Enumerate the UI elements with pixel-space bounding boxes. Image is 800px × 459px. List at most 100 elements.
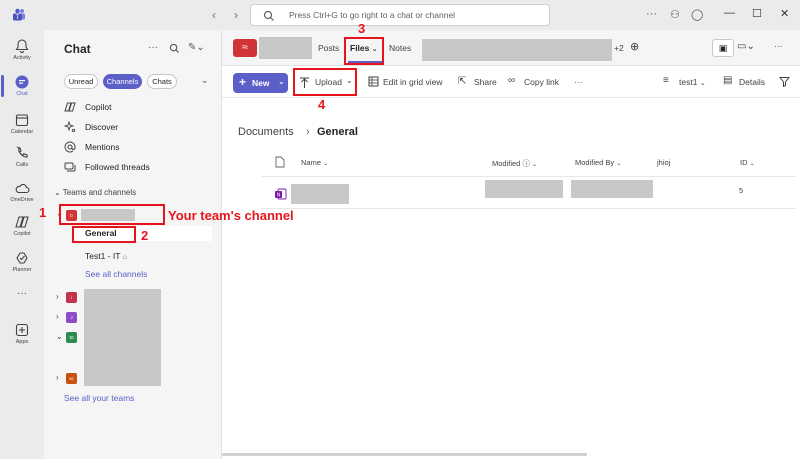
planner-icon	[16, 252, 28, 264]
chevron-down-icon: ⌄	[54, 188, 63, 197]
team-badge: Rt	[233, 39, 257, 57]
col-header-name[interactable]: Name ⌄	[301, 158, 328, 167]
nav-followed-threads[interactable]: Followed threads	[64, 160, 214, 176]
chevron-down-icon[interactable]: ⌄	[56, 332, 63, 341]
col-header-custom[interactable]: jhioj	[657, 158, 670, 167]
details-icon: ▤	[723, 75, 733, 86]
nav-mentions[interactable]: Mentions	[64, 140, 214, 156]
threads-icon	[64, 162, 76, 172]
col-header-id[interactable]: ID ⌄	[740, 158, 755, 167]
chevron-down-icon: ⌄	[278, 77, 285, 86]
channel-test1[interactable]: Test1 - IT ⌂	[85, 251, 127, 261]
apps-icon	[15, 323, 29, 337]
view-options-icon: ≡	[663, 75, 669, 86]
table-row[interactable]: N 5	[262, 177, 796, 207]
new-button[interactable]: + New ⌄	[233, 73, 288, 93]
filter-unread[interactable]: Unread	[64, 74, 98, 89]
link-icon: ∞	[508, 75, 516, 86]
chevron-down-icon[interactable]: ⌄	[201, 75, 209, 86]
horizontal-scrollbar[interactable]	[222, 453, 587, 456]
teams-redacted	[84, 289, 161, 386]
modified-by-redacted	[571, 180, 653, 198]
annotation-number-1: 1	[39, 205, 47, 220]
chevron-down-icon: ⌄	[749, 161, 755, 167]
search-input[interactable]: Press Ctrl+G to go right to a chat or ch…	[250, 4, 550, 26]
annotation-label-1: Your team's channel	[168, 208, 294, 223]
share-icon: ⇱	[458, 76, 467, 87]
chat-panel: Chat ··· ✎⌄ Unread Channels Chats ⌄ Copi…	[44, 30, 222, 459]
chevron-down-icon: ⌄	[532, 162, 538, 168]
rail-calls[interactable]: Calls	[0, 143, 44, 179]
forward-arrow-icon[interactable]: ›	[234, 8, 238, 22]
back-arrow-icon[interactable]: ‹	[212, 8, 216, 22]
rail-planner[interactable]: Planner	[0, 248, 44, 284]
rail-onedrive[interactable]: OneDrive	[0, 178, 44, 214]
tabs-redacted	[422, 39, 612, 61]
more-actions-icon[interactable]: ···	[574, 77, 583, 87]
col-header-modified-by[interactable]: Modified By ⌄	[575, 158, 621, 167]
manage-people-icon[interactable]: ⚇	[670, 8, 680, 21]
rail-activity[interactable]: Activity	[0, 36, 44, 72]
lock-icon: ⌂	[122, 254, 127, 261]
view-selector[interactable]: test1 ⌄	[679, 77, 706, 87]
profile-avatar-icon[interactable]: ◯	[691, 8, 703, 21]
file-name-redacted	[291, 184, 349, 204]
more-options-icon[interactable]: ···	[774, 41, 783, 51]
bell-icon	[15, 39, 29, 53]
new-chat-icon[interactable]: ✎⌄	[188, 42, 205, 53]
row-id: 5	[739, 186, 744, 195]
chevron-right-icon[interactable]: ›	[56, 312, 59, 321]
team-avatar: St	[66, 332, 77, 343]
onenote-file-icon: N	[275, 188, 287, 200]
rail-apps[interactable]: Apps	[0, 320, 44, 356]
phone-icon	[16, 146, 28, 158]
svg-text:N: N	[277, 193, 281, 199]
breadcrumb-documents[interactable]: Documents	[238, 126, 294, 138]
cloud-icon	[15, 184, 30, 194]
copilot-icon	[15, 216, 29, 228]
filter-icon[interactable]	[779, 76, 790, 87]
more-tabs-count[interactable]: +2	[614, 43, 624, 53]
app-rail: Activity Chat Calendar Calls OneDrive Co…	[0, 30, 44, 459]
teams-section-header[interactable]: ⌄ Teams and channels	[54, 188, 136, 197]
calendar-icon	[15, 114, 29, 127]
breadcrumb-current: General	[317, 126, 358, 138]
video-call-icon[interactable]: ▭⌄	[737, 41, 755, 52]
chevron-down-icon: ⌄	[616, 161, 622, 167]
share-button[interactable]: Share	[474, 77, 497, 87]
details-button[interactable]: Details	[739, 77, 765, 87]
edit-grid-view-button[interactable]: Edit in grid view	[383, 77, 443, 87]
nav-discover[interactable]: Discover	[64, 120, 214, 136]
minimize-icon[interactable]: —	[724, 7, 735, 19]
more-options-icon[interactable]: ···	[148, 42, 158, 53]
tab-notes[interactable]: Notes	[389, 43, 411, 53]
more-options-icon[interactable]: ···	[646, 8, 657, 20]
rail-copilot[interactable]: Copilot	[0, 212, 44, 248]
teams-logo-icon: T	[13, 8, 25, 21]
sparkle-icon	[64, 121, 76, 133]
see-all-teams-link[interactable]: See all your teams	[64, 393, 134, 403]
annotation-box-3	[344, 37, 384, 65]
see-all-channels-link[interactable]: See all channels	[85, 269, 147, 279]
nav-copilot[interactable]: Copilot	[64, 100, 214, 116]
search-placeholder: Press Ctrl+G to go right to a chat or ch…	[289, 10, 456, 20]
rail-more-icon[interactable]: ···	[0, 288, 44, 302]
chevron-right-icon[interactable]: ›	[56, 292, 59, 301]
copy-link-button[interactable]: Copy link	[524, 77, 559, 87]
rail-chat[interactable]: Chat	[0, 72, 44, 108]
maximize-icon[interactable]: ☐	[752, 7, 762, 20]
meeting-notes-icon[interactable]: ▣	[712, 39, 734, 57]
tab-posts[interactable]: Posts	[318, 43, 339, 53]
annotation-box-1	[59, 204, 165, 225]
filter-chats[interactable]: Chats	[147, 74, 177, 89]
plus-icon: +	[239, 75, 247, 89]
add-tab-icon[interactable]: ⊕	[630, 40, 639, 53]
search-icon[interactable]	[169, 43, 180, 54]
title-bar: T ‹ › Press Ctrl+G to go right to a chat…	[0, 0, 800, 30]
close-icon[interactable]: ✕	[780, 7, 789, 20]
filter-channels[interactable]: Channels	[103, 74, 142, 89]
chevron-right-icon[interactable]: ›	[56, 373, 59, 382]
rail-calendar[interactable]: Calendar	[0, 110, 44, 146]
col-header-modified[interactable]: Modified ⓘ ⌄	[492, 158, 537, 169]
team-avatar: J	[66, 312, 77, 323]
